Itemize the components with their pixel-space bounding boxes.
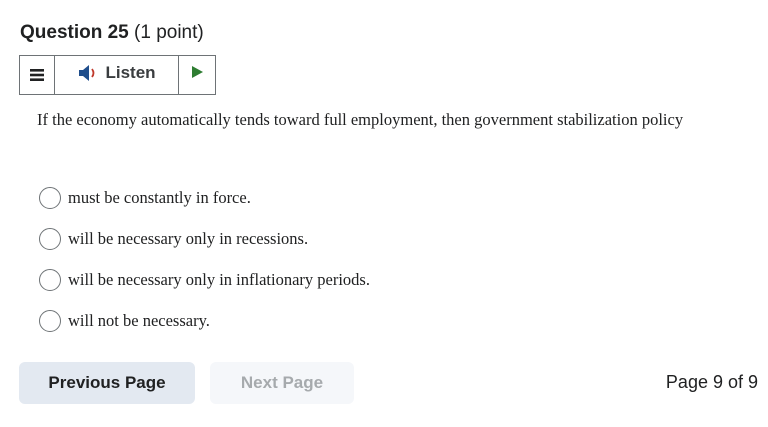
question-title: Question 25 bbox=[20, 22, 129, 43]
radio-button[interactable] bbox=[39, 228, 61, 250]
play-button[interactable] bbox=[179, 56, 215, 94]
answer-option-3[interactable]: will be necessary only in inflationary p… bbox=[39, 268, 370, 292]
answer-label[interactable]: must be constantly in force. bbox=[68, 188, 251, 208]
question-stem: If the economy automatically tends towar… bbox=[37, 110, 684, 129]
listen-label: Listen bbox=[105, 63, 156, 82]
next-page-button[interactable]: Next Page bbox=[210, 362, 354, 404]
page-indicator: Page 9 of 9 bbox=[665, 372, 758, 392]
question-header: Question 25 (1 point) bbox=[20, 22, 204, 44]
answer-option-4[interactable]: will not be necessary. bbox=[39, 309, 370, 333]
answer-option-2[interactable]: will be necessary only in recessions. bbox=[39, 227, 370, 251]
answer-label[interactable]: will be necessary only in inflationary p… bbox=[68, 270, 370, 290]
listen-button[interactable]: Listen bbox=[55, 56, 179, 94]
radio-button[interactable] bbox=[39, 187, 61, 209]
hamburger-icon bbox=[30, 69, 44, 81]
speaker-icon bbox=[79, 65, 95, 81]
question-points: (1 point) bbox=[134, 22, 204, 43]
read-aloud-toolbar: Listen bbox=[19, 55, 216, 95]
answer-label[interactable]: will not be necessary. bbox=[68, 311, 210, 331]
radio-button[interactable] bbox=[39, 310, 61, 332]
radio-button[interactable] bbox=[39, 269, 61, 291]
answer-options: must be constantly in force. will be nec… bbox=[39, 186, 370, 350]
previous-page-button[interactable]: Previous Page bbox=[19, 362, 195, 404]
play-icon bbox=[192, 66, 203, 78]
menu-button[interactable] bbox=[20, 56, 55, 94]
answer-label[interactable]: will be necessary only in recessions. bbox=[68, 229, 308, 249]
answer-option-1[interactable]: must be constantly in force. bbox=[39, 186, 370, 210]
